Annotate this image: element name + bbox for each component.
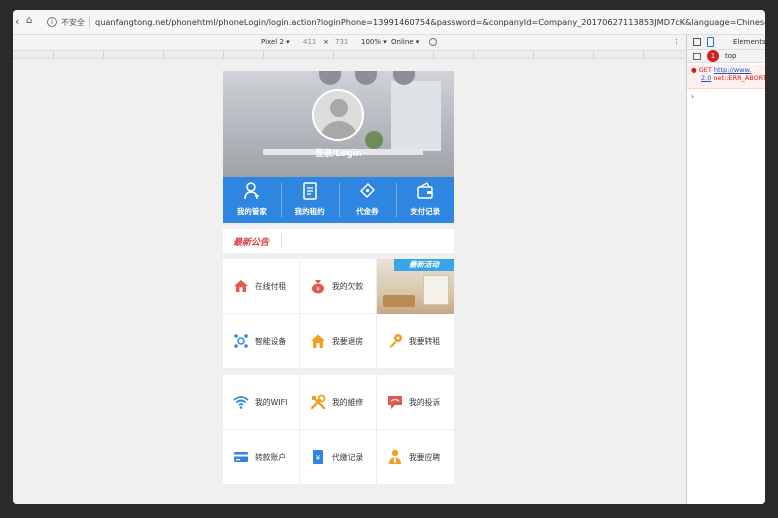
receipt-icon: ¥	[313, 450, 323, 464]
devtools-tabbar: Elements	[687, 35, 765, 50]
tools-icon	[310, 394, 326, 410]
browser-window: ‹ ⌂ i 不安全 quanfangtong.net/phonehtml/pho…	[13, 10, 765, 504]
error-count-badge[interactable]: 1	[707, 50, 719, 62]
key-icon	[389, 334, 402, 348]
grid-item-transfer-account[interactable]: 转款账户	[223, 430, 300, 485]
devtools-panel: Elements 1 top ● GET http://www. 2.0 net…	[686, 35, 765, 504]
mobile-app: 登录/Login 我的管家 我的租约 代金券 支付记录 最新公告 在线付租 ¥ …	[223, 71, 454, 491]
error-url-link[interactable]: http://www.	[714, 66, 751, 74]
card-icon	[234, 452, 248, 462]
login-link[interactable]: 登录/Login	[223, 147, 454, 159]
grid-item-label: 我要应聘	[409, 453, 441, 462]
promo-sofa-decoration	[383, 295, 415, 307]
inspect-icon[interactable]	[693, 38, 701, 46]
grid-item-apply-job[interactable]: 我要应聘	[377, 430, 454, 485]
grid-item-sublet[interactable]: 我要转租	[377, 314, 454, 369]
grid-item-checkout[interactable]: 我要退房	[300, 314, 377, 369]
network-select[interactable]: Online ▾	[391, 38, 419, 46]
money-bag-icon: ¥	[312, 280, 324, 294]
media-query-ruler	[13, 51, 686, 59]
back-icon[interactable]: ‹	[15, 15, 19, 28]
zoom-select[interactable]: 100% ▾	[361, 38, 387, 46]
grid-item-label: 我要退房	[332, 337, 364, 346]
insecure-label[interactable]: 不安全	[61, 17, 85, 28]
user-tie-icon	[389, 449, 401, 464]
grid-item-label: 智能设备	[255, 337, 287, 346]
quick-action-coupon[interactable]: 代金券	[338, 177, 397, 223]
context-select[interactable]: top	[725, 52, 736, 60]
grid-item-label: 转款账户	[255, 453, 287, 462]
header-banner: 登录/Login	[223, 71, 454, 177]
service-grid-1: 在线付租 ¥ 我的欠款 最新活动 智能设备 我要退房 我要转租	[223, 259, 454, 369]
wifi-icon	[233, 396, 249, 409]
viewport-width-input[interactable]: 411	[303, 38, 316, 46]
console-prompt[interactable]: ›	[691, 92, 694, 101]
svg-text:¥: ¥	[316, 454, 321, 462]
person-icon	[244, 182, 259, 200]
molecule-icon	[234, 334, 248, 348]
quick-action-payments[interactable]: 支付记录	[396, 177, 454, 223]
quick-action-label: 代金券	[356, 207, 379, 216]
address-bar: ‹ ⌂ i 不安全 quanfangtong.net/phonehtml/pho…	[13, 10, 765, 35]
console-toolbar: 1 top	[687, 50, 765, 63]
grid-item-label: 在线付租	[255, 282, 287, 291]
quick-actions-bar: 我的管家 我的租约 代金券 支付记录	[223, 177, 454, 223]
chat-icon	[388, 396, 402, 409]
quick-action-label: 我的管家	[236, 207, 267, 216]
grid-item-repair[interactable]: 我的維修	[300, 375, 377, 430]
document-icon	[302, 182, 317, 200]
quick-action-label: 支付记录	[410, 207, 441, 216]
grid-item-label: 我的欠款	[332, 282, 364, 291]
avatar-body	[320, 121, 358, 139]
quick-action-lease[interactable]: 我的租约	[280, 177, 339, 223]
times-label: ×	[323, 38, 329, 46]
rotate-icon[interactable]	[429, 38, 437, 46]
console-error-row: ● GET http://www. 2.0 net::ERR_ABORTED	[687, 65, 765, 89]
grid-item-label: 代缴记录	[332, 453, 364, 462]
grid-item-payment-records[interactable]: ¥ 代缴记录	[300, 430, 377, 485]
quick-action-label: 我的租约	[294, 207, 325, 216]
wallet-icon	[417, 182, 433, 199]
divider	[281, 234, 282, 248]
quick-action-butler[interactable]: 我的管家	[223, 177, 281, 223]
grid-item-arrears[interactable]: ¥ 我的欠款	[300, 259, 377, 314]
tab-elements[interactable]: Elements	[733, 38, 765, 46]
lamp-decoration	[319, 71, 341, 85]
error-source-link[interactable]: 2.0	[701, 74, 711, 82]
grid-item-complaint[interactable]: 我的投诉	[377, 375, 454, 430]
url-input[interactable]: quanfangtong.net/phonehtml/phoneLogin/lo…	[95, 17, 765, 27]
avatar[interactable]	[312, 89, 364, 141]
device-toggle-icon[interactable]	[707, 37, 714, 47]
promo-banner[interactable]: 最新活动	[377, 259, 454, 314]
notice-tag: 最新公告	[233, 238, 270, 248]
home-icon	[311, 334, 325, 348]
more-options-icon[interactable]: ⋮	[673, 38, 680, 46]
home-icon[interactable]: ⌂	[26, 15, 32, 26]
avatar-head	[330, 99, 348, 117]
grid-item-label: 我的維修	[332, 398, 364, 407]
promo-tag: 最新活动	[394, 259, 454, 271]
device-toolbar: Pixel 2 ▾ 411 × 731 100% ▾ Online ▾ ⋮	[13, 35, 686, 51]
divider	[89, 16, 90, 28]
info-icon[interactable]: i	[47, 17, 57, 27]
promo-window-decoration	[423, 275, 449, 305]
service-grid-2: 我的WIFI 我的維修 我的投诉 转款账户 ¥ 代缴记录 我要应聘	[223, 375, 454, 485]
console-sidebar-icon[interactable]	[693, 53, 701, 60]
lamp-decoration	[355, 71, 377, 85]
grid-item-label: 我的WIFI	[255, 398, 288, 407]
grid-item-label: 我的投诉	[409, 398, 441, 407]
house-icon	[234, 280, 248, 292]
viewport-height-input[interactable]: 731	[335, 38, 348, 46]
svg-text:¥: ¥	[316, 286, 320, 293]
device-select[interactable]: Pixel 2 ▾	[261, 38, 290, 46]
grid-item-smart-devices[interactable]: 智能设备	[223, 314, 300, 369]
error-line-1: ● GET http://www.	[691, 66, 752, 74]
grid-item-wifi[interactable]: 我的WIFI	[223, 375, 300, 430]
notice-bar[interactable]: 最新公告	[223, 229, 454, 253]
coupon-icon	[360, 182, 376, 199]
banner-window-decoration	[391, 81, 441, 151]
grid-item-pay-rent[interactable]: 在线付租	[223, 259, 300, 314]
grid-item-label: 我要转租	[409, 337, 441, 346]
error-line-2: 2.0 net::ERR_ABORTED	[701, 74, 765, 82]
